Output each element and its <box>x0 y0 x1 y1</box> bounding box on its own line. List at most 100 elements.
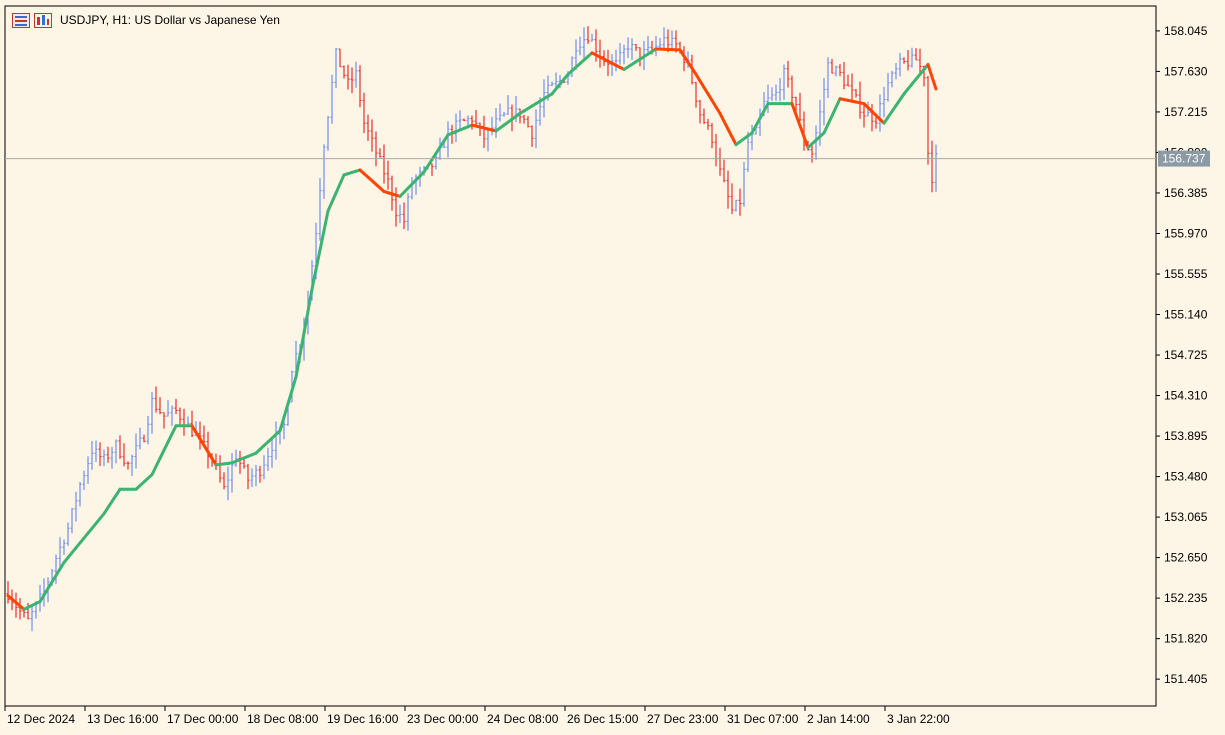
ohlc-bar <box>382 144 386 184</box>
y-tick-label: 151.405 <box>1164 672 1208 686</box>
ohlc-bar <box>782 64 786 100</box>
ohlc-bar <box>330 74 334 124</box>
x-tick-label: 2 Jan 14:00 <box>807 712 870 726</box>
ohlc-bar <box>482 115 486 148</box>
ohlc-bar <box>846 74 850 87</box>
ohlc-bar <box>170 405 174 427</box>
ohlc-bar <box>838 64 842 77</box>
ohlc-bar <box>474 110 478 127</box>
y-tick-label: 153.065 <box>1164 510 1208 524</box>
plot-area <box>4 5 1157 707</box>
ohlc-bar <box>394 187 398 227</box>
ohlc-bar <box>78 481 82 507</box>
ohlc-bar <box>98 442 102 466</box>
ohlc-bar <box>138 427 142 450</box>
bars-panel-icon[interactable] <box>12 12 30 28</box>
ohlc-bar <box>158 397 162 415</box>
ohlc-bar <box>830 58 834 74</box>
ohlc-bar <box>654 35 658 57</box>
y-tick-label: 154.310 <box>1164 389 1208 403</box>
ohlc-bar <box>550 81 554 87</box>
ohlc-bar <box>630 38 634 60</box>
ohlc-bar <box>318 178 322 241</box>
ohlc-bar <box>742 161 746 207</box>
ohlc-bar <box>634 44 638 51</box>
ohlc-bar <box>598 39 602 68</box>
ohlc-bar <box>710 122 714 149</box>
ohlc-bar <box>30 605 34 632</box>
x-tick-label: 27 Dec 23:00 <box>647 712 719 726</box>
ohlc-bar <box>146 415 150 445</box>
ohlc-bar <box>646 36 650 53</box>
ohlc-bar <box>74 491 78 522</box>
ohlc-bar <box>274 421 278 460</box>
ohlc-bar <box>894 63 898 80</box>
ohlc-bar <box>258 465 262 483</box>
ohlc-bar <box>250 468 254 488</box>
ohlc-bar <box>694 81 698 108</box>
ohlc-bar <box>150 391 154 434</box>
ohlc-bar <box>874 117 878 129</box>
ohlc-bar <box>238 450 242 474</box>
ohlc-bar <box>714 133 718 167</box>
ohlc-bar <box>398 204 402 223</box>
ohlc-bar <box>270 439 274 468</box>
ohlc-bar <box>718 147 722 176</box>
ohlc-bar <box>130 454 134 476</box>
ohlc-bar <box>86 456 90 484</box>
ohlc-bar <box>326 116 330 151</box>
x-tick-label: 31 Dec 07:00 <box>727 712 799 726</box>
ohlc-bar <box>502 111 506 117</box>
ohlc-bar <box>506 95 510 115</box>
ohlc-bar <box>342 65 346 79</box>
y-tick-label: 152.650 <box>1164 551 1208 565</box>
ohlc-bar <box>126 461 130 470</box>
current-price-label: 156.737 <box>1162 152 1206 166</box>
y-tick-label: 153.895 <box>1164 429 1208 443</box>
ohlc-bar <box>898 52 902 77</box>
price-chart[interactable]: 158.045157.630157.215156.800156.385155.9… <box>0 0 1225 735</box>
ohlc-bar <box>930 140 934 193</box>
x-tick-label: 23 Dec 00:00 <box>407 712 479 726</box>
x-tick-label: 18 Dec 08:00 <box>247 712 319 726</box>
y-tick-label: 155.555 <box>1164 267 1208 281</box>
ohlc-bar <box>354 61 358 88</box>
ohlc-bar <box>578 36 582 56</box>
y-tick-label: 158.045 <box>1164 24 1208 38</box>
ohlc-bar <box>66 522 70 546</box>
ohlc-bar <box>726 170 730 209</box>
ohlc-bar <box>402 202 406 230</box>
ohlc-bar <box>706 118 710 130</box>
ohlc-bar <box>350 67 354 94</box>
ohlc-bar <box>854 89 858 98</box>
chart-window-icon[interactable] <box>34 12 52 28</box>
ohlc-bar <box>522 114 526 124</box>
x-tick-label: 19 Dec 16:00 <box>327 712 399 726</box>
ohlc-bar <box>934 144 938 192</box>
chart-window[interactable]: 158.045157.630157.215156.800156.385155.9… <box>0 0 1225 735</box>
ohlc-bar <box>834 65 838 77</box>
ohlc-bar <box>62 539 66 555</box>
ohlc-bar <box>526 116 530 128</box>
ohlc-bar <box>90 440 94 470</box>
x-tick-label: 12 Dec 2024 <box>7 712 75 726</box>
ohlc-bar <box>738 188 742 216</box>
ohlc-bar <box>430 163 434 177</box>
ohlc-bar <box>490 116 494 136</box>
y-tick-label: 156.385 <box>1164 186 1208 200</box>
ohlc-bar <box>626 37 630 59</box>
ohlc-bar <box>914 48 918 61</box>
ohlc-bar <box>178 407 182 428</box>
ohlc-bar <box>266 447 270 471</box>
ohlc-bar <box>346 64 350 90</box>
x-tick-label: 13 Dec 16:00 <box>87 712 159 726</box>
ohlc-bar <box>622 44 626 65</box>
ohlc-bar <box>862 105 866 128</box>
ohlc-bar <box>386 160 390 190</box>
ohlc-bar <box>362 92 366 134</box>
ohlc-bar <box>470 115 474 130</box>
ohlc-bar <box>902 57 906 64</box>
ohlc-bar <box>82 470 86 491</box>
ohlc-bar <box>822 78 826 126</box>
ohlc-bar <box>182 408 186 436</box>
